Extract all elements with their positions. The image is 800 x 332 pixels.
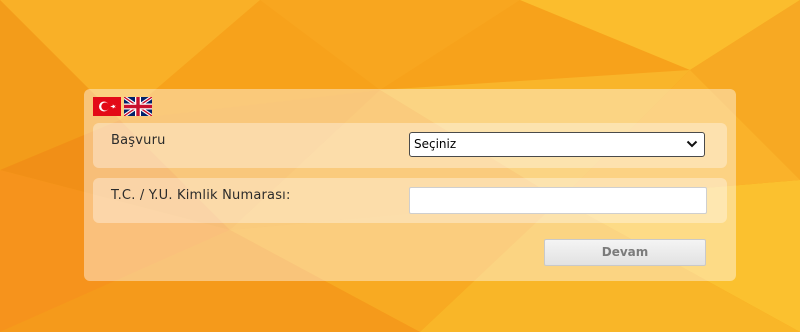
application-row: Başvuru Seçiniz (93, 123, 727, 168)
language-en[interactable] (124, 97, 152, 116)
language-tr[interactable] (93, 97, 121, 116)
form-panel: Başvuru Seçiniz T.C. / Y.U. Kimlik Numar… (84, 89, 736, 281)
application-select-value: Seçiniz (414, 137, 457, 151)
application-label: Başvuru (111, 133, 166, 148)
continue-button[interactable]: Devam (544, 239, 706, 266)
application-select[interactable]: Seçiniz (409, 132, 705, 157)
id-number-row: T.C. / Y.U. Kimlik Numarası: (93, 178, 727, 223)
id-number-input[interactable] (409, 187, 707, 214)
chevron-down-icon (686, 140, 698, 148)
id-number-label: T.C. / Y.U. Kimlik Numarası: (111, 188, 291, 203)
turkey-flag-icon (93, 97, 121, 116)
uk-flag-icon (124, 97, 152, 116)
